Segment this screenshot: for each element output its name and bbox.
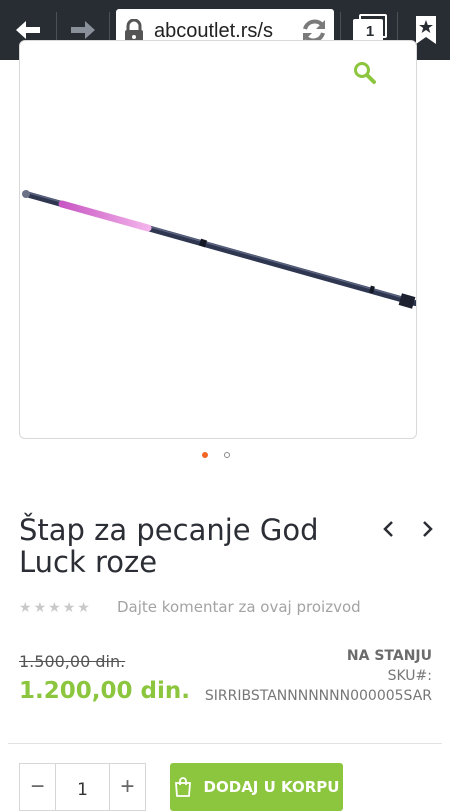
write-review-link[interactable]: Dajte komentar za ovaj proizvod [117,598,361,616]
star-icon: ★ [77,599,90,615]
quantity-increase-button[interactable]: + [109,763,146,811]
chevron-left-icon[interactable] [377,517,401,541]
add-to-cart-label: DODAJ U KORPU [203,778,340,796]
zoom-icon[interactable] [353,61,377,85]
star-icon: ★ [19,599,32,615]
chevron-right-icon[interactable] [415,517,439,541]
tab-count: 1 [365,23,375,40]
old-price: 1.500,00 din. [19,652,126,671]
forward-arrow-icon [71,21,95,39]
star-icon: ★ [48,599,61,615]
stock-status: NA STANJU [346,648,432,664]
bookmark-star-icon [416,16,436,44]
add-to-cart-button[interactable]: DODAJ U KORPU [170,763,343,811]
quantity-input[interactable] [55,763,110,811]
product-image-card[interactable] [19,40,417,439]
sku-label: SKU#: [387,668,432,684]
gallery-dot[interactable] [224,452,230,458]
section-divider [8,743,442,744]
back-arrow-icon [16,21,40,39]
sku-value: SIRRIBSTANNNNNNN000005SAR [204,688,432,704]
product-title: Štap za pecanje God Luck roze [19,513,319,579]
fishing-rod-image [22,190,416,309]
shopping-bag-icon [174,777,191,797]
star-icon: ★ [62,599,76,615]
gallery-pagination [199,452,239,462]
rating-stars: ★ ★ ★ ★ ★ [19,599,90,615]
quantity-decrease-button[interactable]: − [19,763,56,811]
current-price: 1.200,00 din. [19,678,190,704]
gallery-dot-active[interactable] [202,452,208,458]
star-icon: ★ [33,599,47,615]
